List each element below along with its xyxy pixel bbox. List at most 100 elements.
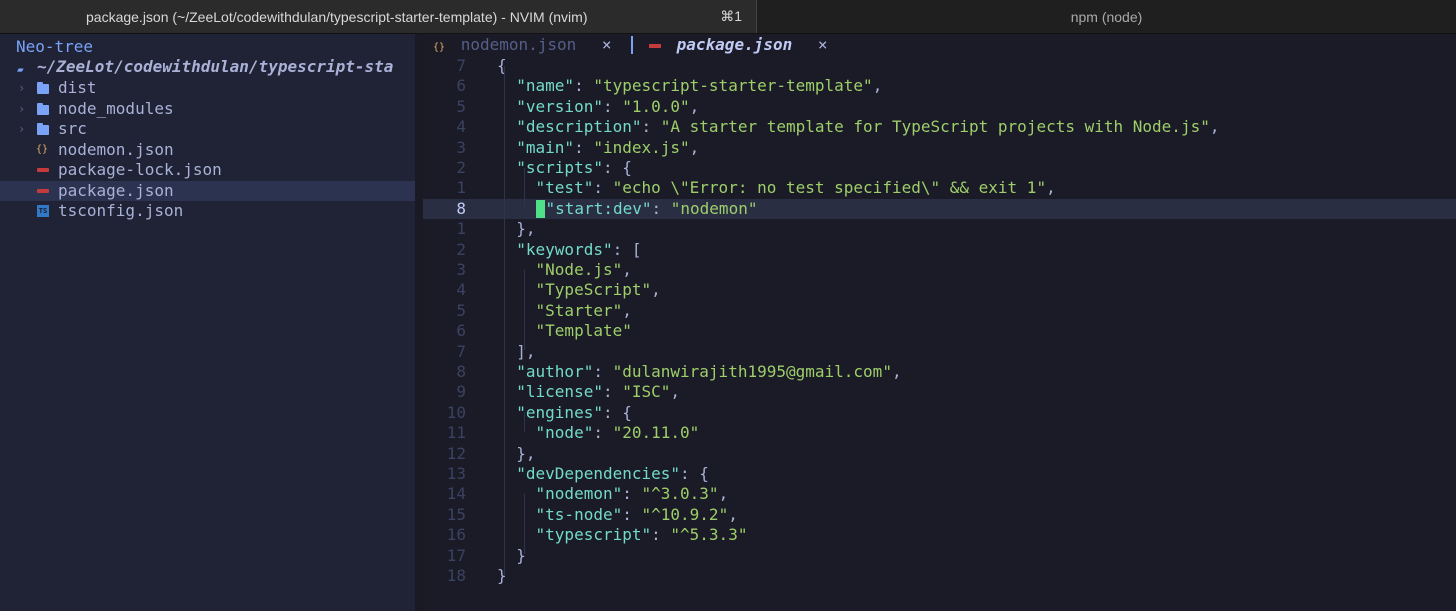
close-icon[interactable]: × [818,35,828,54]
indent-guide [504,66,505,576]
code-line[interactable]: 16 "typescript": "^5.3.3" [423,525,1456,545]
tree-item-package-json[interactable]: package.json [0,180,415,201]
chevron-right-icon[interactable]: › [18,78,25,98]
line-code: } [497,566,507,585]
code-line[interactable]: 8 "author": "dulanwirajith1995@gmail.com… [423,362,1456,382]
buffer-name: nodemon.json [460,35,577,54]
line-code: "keywords": [ [516,239,642,259]
line-number: 12 [446,443,466,463]
code-line[interactable]: 7 ], [423,342,1456,362]
line-number: 2 [456,239,466,259]
tab-title: npm (node) [1070,8,1143,25]
line-number: 1 [456,219,466,239]
code-line[interactable]: 10 "engines": { [423,403,1456,423]
code-line[interactable]: 4 "TypeScript", [423,280,1456,300]
folder-open-icon: ▰ [17,63,24,76]
code-editor[interactable]: 7{6 "name": "typescript-starter-template… [423,56,1456,611]
tree-item-label: dist [58,78,97,97]
tree-item-src[interactable]: › src [0,119,415,139]
tree-root-path: ~/ZeeLot/codewithdulan/typescript-sta [37,57,394,76]
line-number: 5 [456,96,466,116]
tab-shortcut: ⌘1 [720,8,742,24]
code-line[interactable]: 4 "description": "A starter template for… [423,117,1456,137]
current-line[interactable]: 8 "start:dev": "nodemon" [423,198,1456,220]
code-line[interactable]: 15 "ts-node": "^10.9.2", [423,505,1456,525]
line-code: }, [497,443,536,463]
code-line[interactable]: 18} [423,566,1456,586]
folder-icon [37,82,49,94]
typescript-icon: TS [37,205,49,217]
buffer-tab-package[interactable]: package.json × [649,34,828,56]
line-number: 15 [446,504,466,524]
tree-item-label: node_modules [58,98,174,118]
line-number: 1 [456,178,466,198]
tree-item-node-modules[interactable]: › node_modules [0,99,415,119]
line-code: "engines": { [516,402,632,422]
buffer-tab-nodemon[interactable]: {} nodemon.json × [433,34,612,56]
buffer-separator [631,36,633,54]
tree-item-label: package-lock.json [58,160,222,179]
close-icon[interactable]: × [602,35,612,54]
code-line[interactable]: 2 "scripts": { [423,158,1456,178]
line-code: "ts-node": "^10.9.2", [535,504,738,524]
line-number: 2 [456,158,466,177]
line-code: "start:dev": "nodemon" [497,199,757,219]
line-number: 18 [446,566,466,585]
code-line[interactable]: 5 "Starter", [423,301,1456,321]
code-line[interactable]: 11 "node": "20.11.0" [423,423,1456,443]
line-code: "typescript": "^5.3.3" [535,525,748,545]
code-line[interactable]: 6 "name": "typescript-starter-template", [423,76,1456,96]
line-number: 8 [456,362,466,381]
line-number: 11 [446,423,466,443]
code-line[interactable]: 6 "Template" [423,321,1456,341]
line-code: "name": "typescript-starter-template", [516,76,883,96]
npm-icon [37,188,49,193]
line-code: "node": "20.11.0" [535,423,700,443]
code-line[interactable]: 7{ [423,56,1456,76]
chevron-right-icon[interactable]: › [18,119,25,139]
terminal-tab-bar: package.json (~/ZeeLot/codewithdulan/typ… [0,0,1456,34]
folder-icon [37,102,49,115]
code-line[interactable]: 3 "Node.js", [423,260,1456,280]
tree-item-label: src [58,119,87,138]
chevron-right-icon[interactable]: › [18,99,25,119]
line-code: "author": "dulanwirajith1995@gmail.com", [516,362,902,381]
tree-item-label: nodemon.json [58,139,174,159]
code-line[interactable]: 1 }, [423,219,1456,239]
tree-item-package-lock-json[interactable]: package-lock.json [0,160,415,180]
line-number: 16 [446,525,466,545]
tree-item-tsconfig-json[interactable]: TS tsconfig.json [0,201,415,221]
code-line[interactable]: 3 "main": "index.js", [423,138,1456,158]
line-number: 6 [456,76,466,96]
indent-guide [524,270,525,350]
tree-root[interactable]: ▰ ~/ZeeLot/codewithdulan/typescript-sta [0,57,415,77]
line-code: } [497,545,526,565]
tree-item-nodemon-json[interactable]: {} nodemon.json [0,140,415,160]
code-line[interactable]: 9 "license": "ISC", [423,382,1456,402]
code-line[interactable]: 5 "version": "1.0.0", [423,97,1456,117]
line-code: }, [497,219,536,239]
code-line[interactable]: 13 "devDependencies": { [423,464,1456,484]
line-number: 9 [456,382,466,402]
code-line[interactable]: 17 } [423,546,1456,566]
line-code: "Node.js", [535,260,632,279]
line-code: "description": "A starter template for T… [516,117,1220,137]
line-number: 5 [456,300,466,320]
line-number: 7 [456,56,466,75]
buffer-name: package.json [676,35,793,54]
line-code: "Template" [535,321,632,341]
code-line[interactable]: 14 "nodemon": "^3.0.3", [423,484,1456,504]
code-line[interactable]: 1 "test": "echo \"Error: no test specifi… [423,178,1456,198]
line-number: 10 [446,402,466,422]
code-line[interactable]: 12 }, [423,444,1456,464]
line-number: 3 [456,137,466,157]
npm-icon [37,168,49,172]
line-number: 4 [456,280,466,300]
code-line[interactable]: 2 "keywords": [ [423,240,1456,260]
line-code: ], [497,341,536,361]
terminal-tab-npm[interactable]: npm (node) [757,0,1456,33]
tab-title: package.json (~/ZeeLot/codewithdulan/typ… [86,8,588,25]
line-number: 6 [456,321,466,341]
terminal-tab-nvim[interactable]: package.json (~/ZeeLot/codewithdulan/typ… [0,0,757,33]
tree-item-dist[interactable]: › dist [0,78,415,98]
